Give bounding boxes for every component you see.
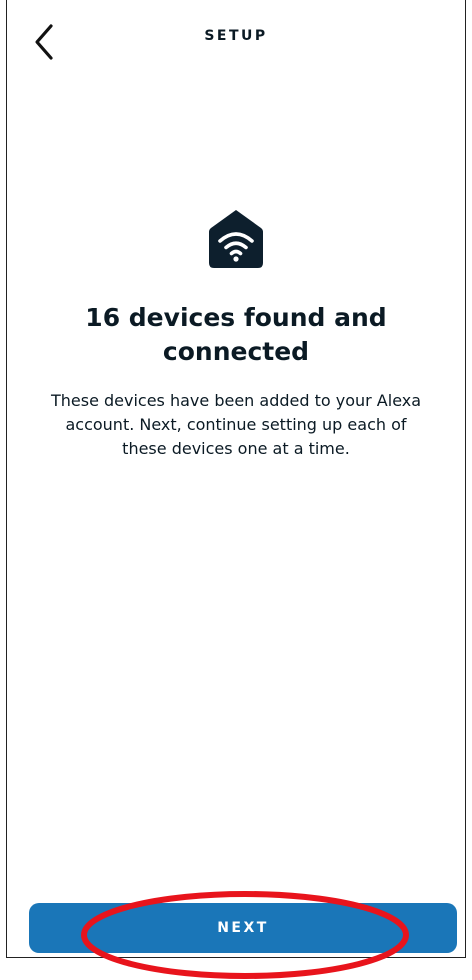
next-button[interactable]: NEXT (29, 903, 457, 953)
page-title: SETUP (204, 28, 268, 44)
home-wifi-icon (208, 208, 264, 270)
headline: 16 devices found and connected (85, 303, 387, 366)
description-text: These devices have been added to your Al… (50, 391, 422, 458)
header: SETUP (7, 0, 465, 84)
setup-screen: SETUP 16 devices found and connected The… (6, 0, 466, 958)
